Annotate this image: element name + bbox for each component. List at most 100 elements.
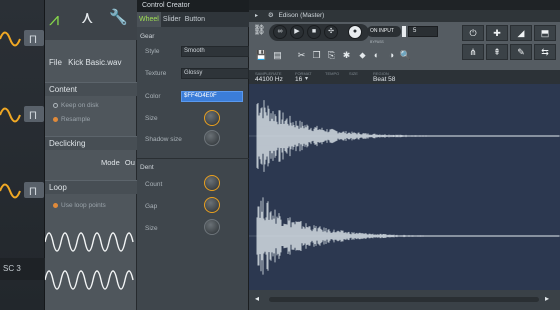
- control-creator-window: Control Creator Wheel Slider Button Gear S…: [137, 0, 249, 310]
- tab-bar: Wheel Slider Button: [137, 12, 249, 27]
- color-label: Color: [145, 93, 161, 100]
- play-icon[interactable]: ▶: [290, 25, 304, 39]
- fade-icon[interactable]: ◐: [370, 49, 383, 61]
- sine-wave-icon: [0, 107, 21, 123]
- split-icon[interactable]: ⋔: [462, 44, 484, 60]
- ramp-icon[interactable]: ◢: [510, 25, 532, 41]
- declicking-heading: Declicking: [45, 136, 137, 150]
- count-label: Count: [145, 181, 163, 188]
- channel-icon-bar: ⩘ ⋏ 🔧: [45, 0, 137, 40]
- osc-label: SC 3: [0, 258, 45, 280]
- wave-tile[interactable]: Π: [24, 30, 44, 46]
- osc-row: Π: [0, 166, 45, 224]
- cut-icon[interactable]: ✂: [295, 49, 308, 61]
- edison-titlebar: ▸ ⚙ Edison (Master): [249, 10, 560, 22]
- osc-row: Π: [0, 90, 45, 148]
- loop-icon[interactable]: ∞: [273, 25, 287, 39]
- file-name[interactable]: Kick Basic.wav: [68, 58, 121, 67]
- on-input-field[interactable]: 5: [408, 26, 438, 37]
- osc-row: Π: [0, 14, 45, 72]
- style-label: Style: [145, 48, 160, 55]
- magnify-icon[interactable]: 🔍: [399, 49, 412, 61]
- normalize-icon[interactable]: ✱: [340, 49, 353, 61]
- mode-value: Ou: [124, 158, 135, 167]
- power-icon[interactable]: ⏻: [462, 25, 484, 41]
- dent-heading: Dent: [140, 164, 154, 171]
- reverse-icon[interactable]: ⇆: [534, 44, 556, 60]
- envelope-tool-icon[interactable]: ⬥: [356, 49, 369, 61]
- samplerate-value: 44100 Hz: [255, 76, 283, 83]
- dropdown-icon[interactable]: ▾: [305, 75, 308, 82]
- window-title: Control Creator: [137, 0, 249, 12]
- waveform-channel: [256, 100, 560, 172]
- tab-slider[interactable]: Slider: [161, 12, 183, 27]
- waveform-icon[interactable]: ⩘: [49, 9, 59, 30]
- region-value[interactable]: Beat 58: [373, 76, 395, 83]
- keep-on-disk-option[interactable]: Keep on disk: [53, 102, 99, 109]
- envelope-icon[interactable]: ⋏: [81, 8, 93, 28]
- tune-icon[interactable]: ⇞: [486, 44, 508, 60]
- texture-label: Texture: [145, 70, 167, 77]
- scroll-right-icon[interactable]: ▸: [545, 294, 549, 303]
- gap-label: Gap: [145, 203, 158, 210]
- divider: [137, 158, 249, 159]
- scroll-left-icon[interactable]: ◂: [255, 294, 259, 303]
- stop-icon[interactable]: ■: [307, 25, 321, 39]
- gap-knob[interactable]: [204, 197, 220, 213]
- shadow-size-knob[interactable]: [204, 130, 220, 146]
- content-heading: Content: [45, 82, 137, 96]
- link-icon[interactable]: ⛓: [253, 25, 266, 36]
- paste-icon[interactable]: ⎘: [325, 49, 338, 61]
- dent-size-knob[interactable]: [204, 219, 220, 235]
- tempo-label: TEMPO: [325, 71, 340, 76]
- sine-wave-icon: [0, 31, 21, 47]
- bypass-label: BYPASS: [370, 40, 384, 44]
- resample-option[interactable]: Resample: [53, 116, 90, 123]
- save-icon[interactable]: 💾: [255, 49, 268, 61]
- resample-label: Resample: [61, 116, 91, 123]
- wave-tile[interactable]: Π: [24, 182, 44, 198]
- radio-icon: [53, 202, 58, 208]
- metronome-icon[interactable]: ✣: [324, 25, 338, 39]
- radio-icon: [53, 102, 58, 108]
- wave-tile[interactable]: Π: [24, 106, 44, 122]
- scroll-icon[interactable]: ◑: [385, 49, 398, 61]
- edison-toolbar: ⛓ ∞ ▶ ■ ✣ ● ON INPUT 5 BYPASS 💾 ▤ ✂ ❐ ⎘ …: [249, 22, 560, 70]
- on-input-button[interactable]: ON INPUT: [367, 26, 401, 37]
- add-marker-icon[interactable]: ✚: [486, 25, 508, 41]
- style-select[interactable]: Smooth: [181, 46, 249, 57]
- edison-title: Edison (Master): [278, 12, 325, 19]
- size-label: Size: [145, 115, 158, 122]
- use-loop-points-label: Use loop points: [61, 202, 106, 209]
- format-value: 16: [295, 76, 303, 83]
- file-row: File Kick Basic.wav: [45, 58, 137, 67]
- horizontal-scrollbar[interactable]: [269, 297, 539, 302]
- size-label: SIZE: [349, 71, 358, 76]
- dent-size-label: Size: [145, 225, 158, 232]
- sample-waveform: [45, 232, 134, 290]
- pencil-icon[interactable]: ✎: [510, 44, 532, 60]
- edison-window: ▸ ⚙ Edison (Master) ⛓ ∞ ▶ ■ ✣ ● ON INPUT…: [249, 10, 560, 310]
- mode-row[interactable]: Mode Ou: [101, 158, 135, 167]
- tab-wheel[interactable]: Wheel: [137, 12, 161, 27]
- export-icon[interactable]: ▤: [271, 49, 284, 61]
- use-loop-points-option[interactable]: Use loop points: [53, 202, 106, 209]
- channel-settings-panel: ⩘ ⋏ 🔧 File Kick Basic.wav Content Keep o…: [45, 0, 137, 310]
- radio-icon: [53, 116, 58, 122]
- record-icon[interactable]: ●: [348, 25, 362, 39]
- size-knob[interactable]: [204, 110, 220, 126]
- texture-select[interactable]: Glossy: [181, 68, 249, 79]
- color-input[interactable]: $FF4D4E0F: [181, 91, 243, 102]
- waveform-display[interactable]: [249, 84, 560, 290]
- tab-button[interactable]: Button: [183, 12, 207, 27]
- flip-icon[interactable]: ⬒: [534, 25, 556, 41]
- count-knob[interactable]: [204, 175, 220, 191]
- app-top-strip: [249, 0, 560, 10]
- menu-arrow-icon[interactable]: ▸: [249, 13, 258, 19]
- wrench-icon[interactable]: 🔧: [109, 8, 128, 26]
- synth-strip: Π Π Π SC 3: [0, 0, 45, 310]
- shadow-size-label: Shadow size: [145, 136, 182, 143]
- copy-icon[interactable]: ❐: [310, 49, 323, 61]
- on-input-separator: [402, 26, 406, 37]
- square-wave-label: Π: [29, 186, 37, 198]
